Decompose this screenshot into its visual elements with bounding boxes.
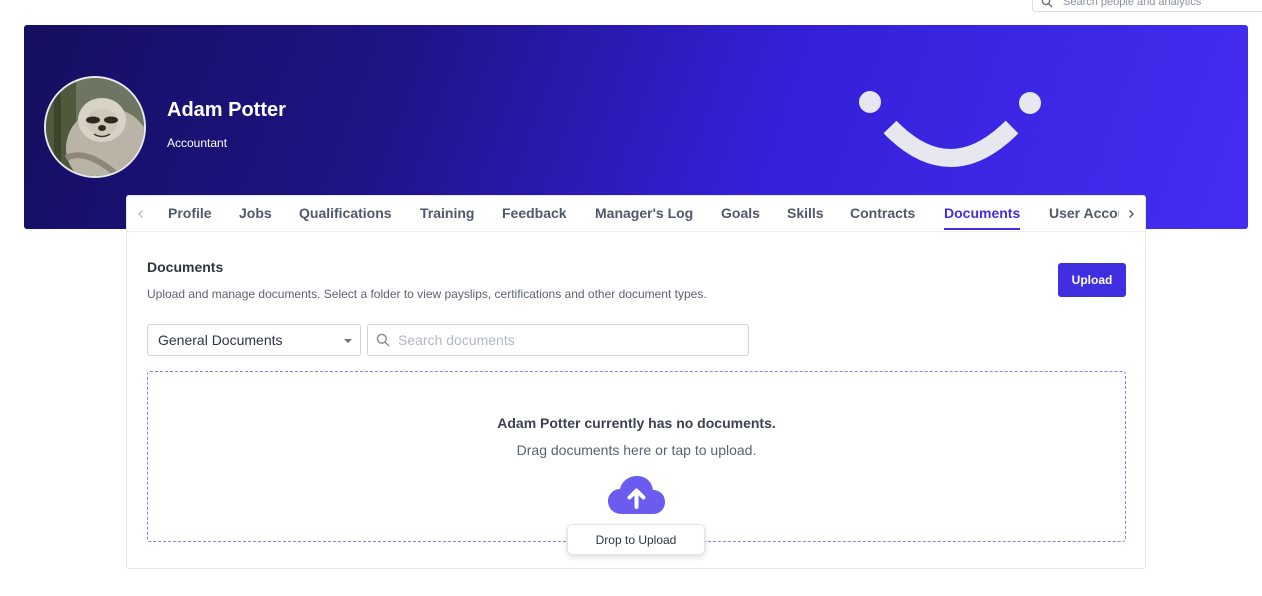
- empty-state-title: Adam Potter currently has no documents.: [497, 415, 776, 431]
- avatar[interactable]: [44, 76, 146, 178]
- section-description: Upload and manage documents. Select a fo…: [147, 287, 707, 301]
- smile-logo-icon: [859, 91, 1041, 167]
- search-icon: [1041, 0, 1053, 8]
- empty-state-subtitle: Drag documents here or tap to upload.: [516, 442, 757, 458]
- tab-feedback[interactable]: Feedback: [502, 196, 567, 231]
- tabs-scroll-left[interactable]: [131, 204, 151, 224]
- drop-to-upload-tooltip: Drop to Upload: [567, 524, 705, 555]
- tab-managers-log[interactable]: Manager's Log: [595, 196, 693, 231]
- caret-down-icon: [344, 339, 352, 343]
- document-search-input[interactable]: [398, 325, 738, 355]
- chevron-right-icon: [1129, 210, 1134, 218]
- tab-qualifications[interactable]: Qualifications: [299, 196, 392, 231]
- folder-select-value: General Documents: [158, 332, 283, 348]
- tab-skills[interactable]: Skills: [787, 196, 824, 231]
- search-icon: [376, 333, 390, 347]
- upload-dropzone[interactable]: Adam Potter currently has no documents. …: [147, 371, 1126, 542]
- avatar-photo: [46, 78, 144, 176]
- tab-training[interactable]: Training: [420, 196, 474, 231]
- tab-documents[interactable]: Documents: [944, 196, 1021, 231]
- tabs-scroll-right[interactable]: [1121, 204, 1141, 224]
- tab-user-account-clip: User Account: [1049, 196, 1119, 231]
- section-title: Documents: [147, 259, 224, 275]
- tab-user-account[interactable]: User Account: [1049, 196, 1119, 231]
- folder-select[interactable]: General Documents: [147, 324, 361, 356]
- tab-profile[interactable]: Profile: [168, 196, 212, 231]
- document-search[interactable]: [367, 324, 749, 356]
- tab-goals[interactable]: Goals: [721, 196, 760, 231]
- profile-card: Profile Jobs Qualifications Training Fee…: [126, 195, 1146, 569]
- profile-tabs: Profile Jobs Qualifications Training Fee…: [127, 196, 1145, 232]
- cloud-upload-icon: [608, 476, 665, 514]
- global-search[interactable]: Search people and analytics: [1032, 0, 1262, 12]
- tab-contracts[interactable]: Contracts: [850, 196, 915, 231]
- chevron-left-icon: [138, 210, 143, 218]
- tab-jobs[interactable]: Jobs: [239, 196, 272, 231]
- upload-button[interactable]: Upload: [1058, 263, 1126, 297]
- profile-name: Adam Potter: [167, 99, 286, 121]
- global-search-placeholder: Search people and analytics: [1063, 0, 1202, 8]
- profile-role: Accountant: [167, 136, 228, 150]
